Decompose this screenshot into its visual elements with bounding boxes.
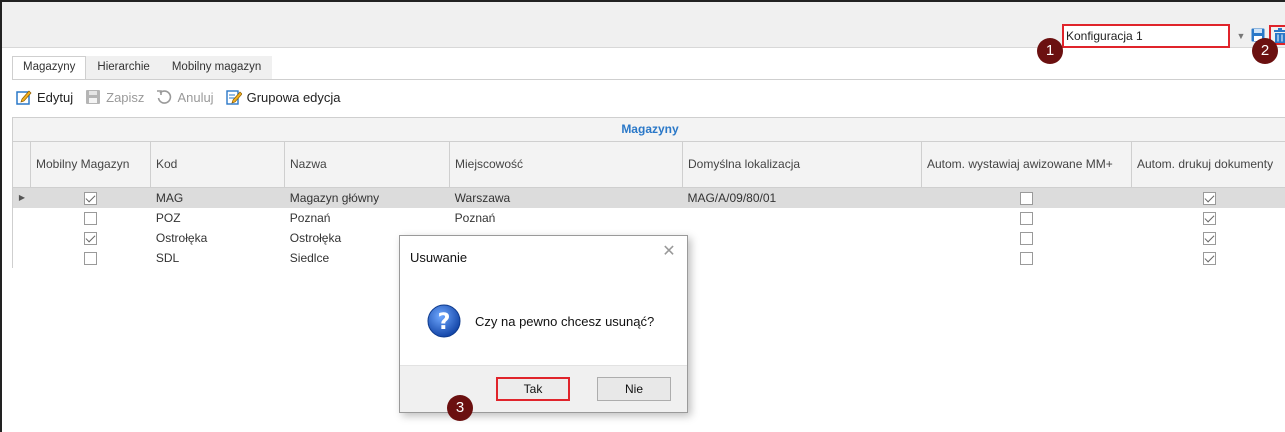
row-indicator: ▶: [13, 188, 31, 208]
checkbox[interactable]: [1019, 251, 1033, 265]
chevron-down-icon[interactable]: ▼: [1235, 26, 1247, 46]
checkbox[interactable]: [1202, 231, 1216, 245]
question-icon: ?: [427, 304, 461, 338]
group-edit-icon: [225, 90, 242, 105]
close-icon[interactable]: ✕: [661, 244, 677, 260]
mobile-warehouse-cell[interactable]: [31, 188, 151, 208]
code-cell[interactable]: Ostrołęka: [151, 228, 285, 248]
checkbox[interactable]: [84, 191, 98, 205]
tab-hierarchie[interactable]: Hierarchie: [86, 56, 161, 80]
checkbox[interactable]: [84, 231, 98, 245]
row-pointer-icon: ▶: [18, 193, 26, 202]
tab-bar: Magazyny Hierarchie Mobilny magazyn: [12, 56, 273, 80]
column-header[interactable]: Autom. drukuj dokumenty: [1131, 142, 1285, 187]
name-cell[interactable]: Magazyn główny: [285, 188, 450, 208]
mobile-warehouse-cell[interactable]: [31, 228, 151, 248]
auto-print-cell[interactable]: [1131, 248, 1285, 268]
save-button[interactable]: Zapisz: [85, 89, 144, 105]
checkbox[interactable]: [84, 251, 98, 265]
configuration-select[interactable]: Konfiguracja 1: [1062, 24, 1230, 48]
checkbox[interactable]: [1019, 211, 1033, 225]
delete-dialog: Usuwanie ✕ ? Czy na pewno chcesz usunąć?…: [399, 235, 688, 413]
city-cell[interactable]: Warszawa: [450, 188, 683, 208]
edit-icon: [16, 90, 32, 105]
name-cell[interactable]: Poznań: [285, 208, 450, 228]
code-cell[interactable]: POZ: [151, 208, 285, 228]
dialog-title: Usuwanie: [410, 250, 468, 265]
table-row[interactable]: POZ Poznań Poznań: [12, 208, 1285, 228]
save-label: Zapisz: [106, 89, 145, 105]
checkbox[interactable]: [1202, 251, 1216, 265]
checkbox[interactable]: [1019, 191, 1033, 205]
row-indicator: [13, 248, 31, 268]
column-header[interactable]: Autom. wystawiaj awizowane MM+: [921, 142, 1131, 187]
toolbar: Edytuj Zapisz Anuluj Grupowa edycja: [16, 85, 341, 109]
auto-print-cell[interactable]: [1131, 208, 1285, 228]
tab-mobilny-magazyn[interactable]: Mobilny magazyn: [160, 56, 273, 80]
default-location-cell[interactable]: [682, 228, 921, 248]
top-bar: Konfiguracja 1 ▼: [2, 2, 1285, 48]
mobile-warehouse-cell[interactable]: [31, 208, 151, 228]
column-header[interactable]: Miejscowość: [449, 142, 682, 187]
checkbox[interactable]: [84, 211, 98, 225]
row-indicator: [13, 228, 31, 248]
auto-issue-cell[interactable]: [921, 248, 1131, 268]
mobile-warehouse-cell[interactable]: [31, 248, 151, 268]
column-header[interactable]: Kod: [150, 142, 284, 187]
grid-title: Magazyny: [12, 118, 1285, 142]
auto-print-cell[interactable]: [1131, 188, 1285, 208]
column-header[interactable]: Nazwa: [284, 142, 449, 187]
group-edit-button[interactable]: Grupowa edycja: [225, 89, 341, 105]
auto-issue-cell[interactable]: [921, 228, 1131, 248]
tabs-divider: [12, 79, 1285, 80]
svg-text:?: ?: [438, 310, 451, 335]
dialog-message: Czy na pewno chcesz usunąć?: [475, 314, 655, 329]
city-cell[interactable]: Poznań: [450, 208, 683, 228]
undo-icon: [157, 90, 172, 104]
checkbox[interactable]: [1202, 211, 1216, 225]
cancel-label: Anuluj: [177, 89, 214, 105]
step-marker-2: 2: [1252, 38, 1278, 64]
row-indicator-header: [12, 142, 30, 187]
code-cell[interactable]: SDL: [151, 248, 285, 268]
edit-button[interactable]: Edytuj: [16, 89, 73, 105]
no-button[interactable]: Nie: [597, 377, 671, 401]
column-header[interactable]: Mobilny Magazyn: [30, 142, 150, 187]
tab-magazyny[interactable]: Magazyny: [12, 56, 87, 80]
step-marker-1: 1: [1037, 38, 1063, 64]
yes-button[interactable]: Tak: [496, 377, 570, 401]
grid-header: Mobilny Magazyn Kod Nazwa Miejscowość Do…: [12, 142, 1285, 188]
auto-issue-cell[interactable]: [921, 188, 1131, 208]
cancel-button[interactable]: Anuluj: [156, 89, 214, 105]
auto-print-cell[interactable]: [1131, 228, 1285, 248]
group-edit-label: Grupowa edycja: [246, 89, 341, 105]
auto-issue-cell[interactable]: [921, 208, 1131, 228]
dialog-footer: Tak Nie: [400, 365, 687, 412]
default-location-cell[interactable]: MAG/A/09/80/01: [682, 188, 921, 208]
checkbox[interactable]: [1202, 191, 1216, 205]
default-location-cell[interactable]: [682, 248, 921, 268]
code-cell[interactable]: MAG: [151, 188, 285, 208]
default-location-cell[interactable]: [682, 208, 921, 228]
edit-label: Edytuj: [37, 89, 74, 105]
column-header[interactable]: Domyślna lokalizacja: [682, 142, 921, 187]
row-indicator: [13, 208, 31, 228]
save-icon: [86, 90, 101, 104]
app-window: Konfiguracja 1 ▼ 1 2 3 Magazyny Hierarch…: [0, 0, 1285, 432]
step-marker-3: 3: [447, 395, 473, 421]
checkbox[interactable]: [1019, 231, 1033, 245]
table-row[interactable]: ▶ MAG Magazyn główny Warszawa MAG/A/09/80/01: [12, 188, 1285, 208]
